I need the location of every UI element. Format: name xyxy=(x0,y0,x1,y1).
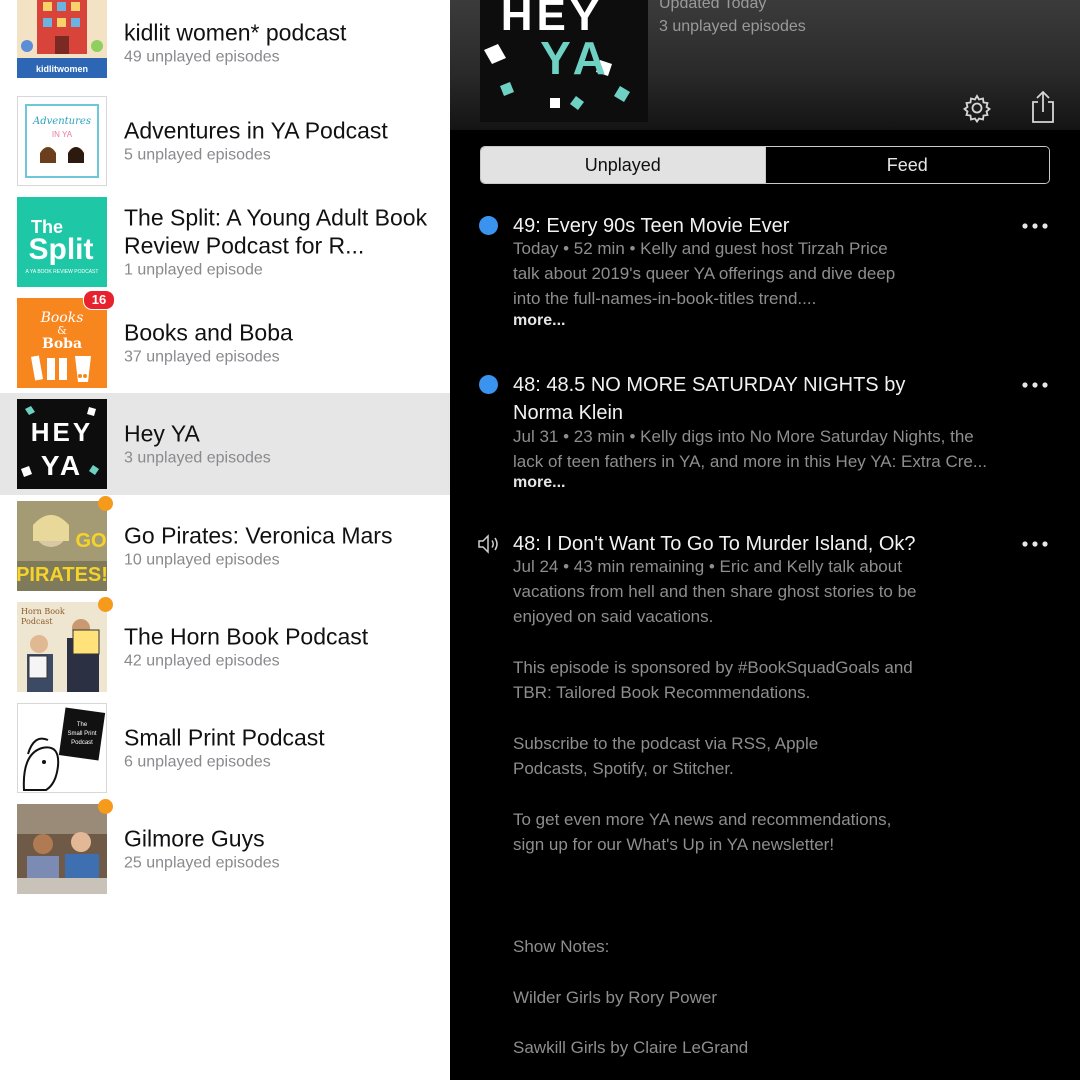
notes-line: This episode is sponsored by #BookSquadG… xyxy=(513,658,913,677)
unplayed-count-badge: 16 xyxy=(83,289,115,310)
podcast-row-the-split[interactable]: The Split A YA BOOK REVIEW PODCAST The S… xyxy=(0,191,450,292)
tab-feed[interactable]: Feed xyxy=(764,147,1049,183)
notes-line: TBR: Tailored Book Recommendations. xyxy=(513,683,811,702)
episode-filter-segmented-control[interactable]: Unplayed Feed xyxy=(480,146,1050,184)
podcast-unplayed-count: 49 unplayed episodes xyxy=(124,47,280,65)
podcast-unplayed-count: 6 unplayed episodes xyxy=(124,753,271,770)
art-text: HEY xyxy=(31,417,93,447)
new-episodes-badge xyxy=(98,596,113,612)
podcast-row-kidlit-women[interactable]: kidlitwomen kidlit women* podcast 49 unp… xyxy=(0,0,450,83)
episode-title[interactable]: 48: 48.5 NO MORE SATURDAY NIGHTS by Norm… xyxy=(513,371,983,427)
more-options-icon[interactable] xyxy=(1020,371,1050,399)
podcast-title: Go Pirates: Veronica Mars xyxy=(124,522,393,548)
updated-label: Updated Today xyxy=(659,0,767,12)
podcast-title: The Horn Book Podcast xyxy=(124,623,369,649)
podcast-row-small-print[interactable]: The Small Print Podcast Small Print Podc… xyxy=(0,697,450,798)
podcast-artwork: kidlitwomen xyxy=(17,0,107,78)
speaker-icon xyxy=(477,533,498,554)
podcast-row-go-pirates[interactable]: GO PIRATES! Go Pirates: Veronica Mars 10… xyxy=(0,495,450,596)
art-text: IN YA xyxy=(52,130,73,139)
notes-line: Subscribe to the podcast via RSS, Apple xyxy=(513,734,819,753)
share-icon[interactable] xyxy=(1027,90,1059,123)
art-text: YA xyxy=(41,450,83,481)
episode-notes: This episode is sponsored by #BookSquadG… xyxy=(513,655,1033,705)
episode-description: Jul 24 • 43 min remaining • Eric and Kel… xyxy=(513,557,917,626)
settings-gear-icon[interactable] xyxy=(961,92,993,124)
podcast-library-list[interactable]: kidlitwomen kidlit women* podcast 49 unp… xyxy=(0,0,450,1080)
podcast-title: Gilmore Guys xyxy=(124,825,265,851)
podcasts-app: kidlitwomen kidlit women* podcast 49 unp… xyxy=(0,0,1080,1080)
notes-line: Podcasts, Spotify, or Stitcher. xyxy=(513,759,734,778)
new-episodes-badge xyxy=(98,495,113,511)
episode-notes: Subscribe to the podcast via RSS, Apple … xyxy=(513,731,1033,781)
show-notes-heading: Show Notes: xyxy=(513,937,610,956)
more-link[interactable]: more... xyxy=(513,474,565,492)
podcast-artwork: Horn Book Podcast xyxy=(17,596,113,692)
podcast-row-books-and-boba[interactable]: Books & Boba 16 Books and Boba 37 unplay xyxy=(0,289,450,393)
unplayed-indicator xyxy=(479,216,499,236)
podcast-unplayed-count: 42 unplayed episodes xyxy=(124,652,280,669)
podcast-unplayed-count: 3 unplayed episodes xyxy=(124,449,271,467)
podcast-unplayed-count: 5 unplayed episodes xyxy=(124,146,271,163)
art-text: kidlitwomen xyxy=(36,64,88,74)
episode-notes: To get even more YA news and recommendat… xyxy=(513,807,1033,857)
art-text: Podcast xyxy=(21,617,53,626)
art-text: Horn Book xyxy=(21,607,65,616)
art-text: YA xyxy=(540,32,612,84)
podcast-title: Hey YA xyxy=(124,420,200,447)
show-unplayed-count: 3 unplayed episodes xyxy=(659,18,806,35)
podcast-unplayed-count: 25 unplayed episodes xyxy=(124,854,280,871)
art-text: A YA BOOK REVIEW PODCAST xyxy=(26,269,99,275)
podcast-artwork: Books & Boba 16 xyxy=(17,289,115,388)
podcast-artwork: The Small Print Podcast xyxy=(17,702,107,793)
podcast-artwork xyxy=(17,798,113,894)
show-detail-pane: HEY YA Updated Today 3 unplayed episodes xyxy=(450,0,1080,1080)
podcast-artwork: Adventures IN YA xyxy=(17,95,107,186)
episode-description: Today • 52 min • Kelly and guest host Ti… xyxy=(513,239,896,308)
show-notes-book: Sawkill Girls by Claire LeGrand xyxy=(513,1038,749,1057)
podcast-unplayed-count: 10 unplayed episodes xyxy=(124,551,280,568)
podcast-artwork: The Split A YA BOOK REVIEW PODCAST xyxy=(17,196,107,287)
show-artwork: HEY YA xyxy=(480,0,648,122)
show-notes-book: Wilder Girls by Rory Power xyxy=(513,988,718,1007)
art-text: Podcast xyxy=(71,740,93,746)
podcast-artwork: HEY YA xyxy=(17,399,107,489)
podcast-unplayed-count: 37 unplayed episodes xyxy=(124,348,280,365)
episode-description: Jul 31 • 23 min • Kelly digs into No Mor… xyxy=(513,427,988,471)
podcast-title: The Split: A Young Adult Book Review Pod… xyxy=(124,204,428,258)
tab-unplayed[interactable]: Unplayed xyxy=(481,147,765,183)
art-text: Small Print xyxy=(67,731,96,737)
podcast-title: Small Print Podcast xyxy=(124,724,325,750)
new-episodes-badge xyxy=(98,798,113,814)
unplayed-indicator xyxy=(479,375,499,395)
podcast-unplayed-count: 1 unplayed episode xyxy=(124,261,263,278)
podcast-row-hey-ya[interactable]: HEY YA Hey YA 3 unplayed episodes xyxy=(0,393,450,495)
art-text: PIRATES! xyxy=(17,564,107,586)
podcast-title: kidlit women* podcast xyxy=(124,18,347,45)
podcast-artwork: GO PIRATES! xyxy=(17,495,113,591)
art-text: The xyxy=(77,722,88,728)
podcast-title: Adventures in YA Podcast xyxy=(124,117,388,143)
podcast-title: Books and Boba xyxy=(124,319,293,345)
notes-line: sign up for our What's Up in YA newslett… xyxy=(513,835,835,854)
podcast-row-gilmore-guys[interactable]: Gilmore Guys 25 unplayed episodes xyxy=(0,798,450,899)
more-link[interactable]: more... xyxy=(513,312,565,330)
art-text: Split xyxy=(29,233,94,266)
podcast-row-horn-book[interactable]: Horn Book Podcast The Horn Book Podcast … xyxy=(0,596,450,697)
art-text: Adventures xyxy=(32,116,91,127)
notes-line: To get even more YA news and recommendat… xyxy=(513,810,892,829)
art-text: GO xyxy=(75,530,106,552)
art-text: Boba xyxy=(42,336,82,352)
podcast-row-adventures-in-ya[interactable]: Adventures IN YA Adventures in YA Podcas… xyxy=(0,90,450,191)
